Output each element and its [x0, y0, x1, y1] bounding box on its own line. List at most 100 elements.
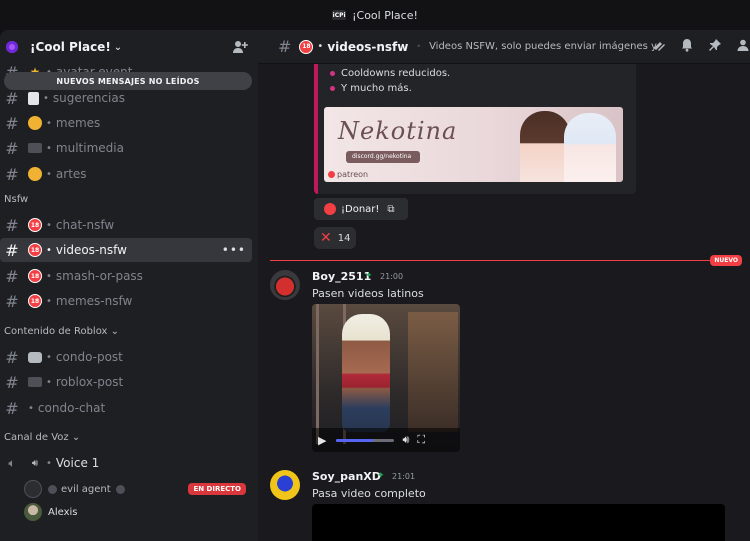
category-label: Canal de Voz [4, 432, 69, 443]
avatar[interactable] [270, 270, 300, 300]
fullscreen-icon[interactable]: ⛶ [417, 433, 425, 447]
member-list-icon[interactable] [736, 38, 750, 56]
channel-separator-dot: • [28, 402, 34, 414]
hash-icon: # [5, 347, 19, 367]
message-list[interactable]: Cooldowns reducidos. Y mucho más. Nekoti… [258, 64, 750, 541]
video-controls: ▶ 🔊︎ ⛶ [312, 428, 460, 452]
voice-channel-voice-1[interactable]: 🔈︎ 🔊︎ • Voice 1 [0, 451, 252, 475]
voice-user-status-icon [48, 484, 57, 494]
topic-separator: • [416, 42, 422, 51]
channel-memes-nsfw[interactable]: # 18 • memes-nsfw [0, 289, 252, 313]
video-attachment[interactable] [312, 504, 725, 541]
channel-name: memes-nsfw [55, 294, 133, 308]
category-label: Contenido de Roblox [4, 326, 108, 337]
channel-separator-dot: • [46, 351, 52, 363]
timestamp: 21:01 [392, 472, 416, 481]
server-header[interactable]: ¡Cool Place! ⌄ [0, 30, 258, 64]
channel-separator-dot: • [46, 295, 52, 307]
hash-icon: # [278, 37, 292, 56]
video-frame-detail [408, 312, 458, 432]
video-progress-bar[interactable] [336, 438, 395, 442]
hash-icon: # [5, 113, 19, 133]
server-mini-icon: iCPi [332, 10, 347, 20]
channel-videos-nsfw[interactable]: # 18 • videos-nsfw ••• [0, 238, 252, 262]
age-18-icon: 18 [28, 218, 42, 232]
banner-discord-link: discord.gg/nekotina [346, 151, 420, 163]
voice-user-alexis[interactable]: Alexis [24, 502, 250, 522]
sparkle-icon: ✦ [365, 271, 373, 281]
pin-icon[interactable] [708, 38, 722, 56]
channel-name: memes [55, 116, 101, 130]
channel-multimedia[interactable]: # • multimedia [0, 136, 252, 160]
channel-separator-dot: • [46, 376, 52, 388]
add-member-icon[interactable] [232, 39, 248, 55]
chevron-down-icon: ⌄ [71, 432, 81, 443]
reaction-cross[interactable]: ✕ 14 [314, 227, 356, 249]
channel-separator-dot: • [46, 142, 52, 154]
channel-chat-nsfw[interactable]: # 18 • chat-nsfw [0, 213, 252, 237]
voice-user-name: evil agent [61, 483, 111, 495]
play-icon[interactable]: ▶ [318, 434, 326, 447]
embed-bullet: Y mucho más. [330, 83, 412, 94]
age-18-icon: 18 [28, 294, 42, 308]
notification-bell-icon[interactable] [680, 38, 694, 56]
channel-sugerencias[interactable]: # • sugerencias [0, 86, 252, 110]
hash-icon: # [5, 164, 19, 184]
camera-icon [28, 143, 42, 153]
more-options-icon[interactable]: ••• [222, 243, 246, 257]
channel-sidebar: ¡Cool Place! ⌄ # ★ • avatar-event NUEVOS… [0, 30, 258, 541]
reaction-count: 14 [337, 232, 351, 244]
patreon-icon [328, 171, 335, 178]
video-attachment[interactable]: ▶ 🔊︎ ⛶ [312, 304, 460, 452]
volume-icon[interactable]: 🔊︎ [402, 433, 409, 447]
video-progress-fill [336, 438, 373, 442]
channel-smash-or-pass[interactable]: # 18 • smash-or-pass [0, 264, 252, 288]
timestamp: 21:00 [380, 272, 404, 281]
channel-name: condo-post [55, 350, 123, 364]
document-icon [28, 91, 39, 105]
window-title: ¡Cool Place! [352, 8, 418, 22]
banner-character-left [520, 111, 570, 182]
channel-separator-dot: • [317, 41, 324, 52]
channel-topic[interactable]: Videos NSFW, solo puedes enviar imágenes… [429, 41, 657, 52]
message-embed: Cooldowns reducidos. Y mucho más. Nekoti… [314, 64, 636, 194]
channel-name: sugerencias [52, 91, 125, 105]
chevron-down-icon: ⌄ [113, 41, 123, 53]
hash-icon: # [5, 240, 19, 260]
channel-separator-dot: • [46, 244, 52, 256]
channel-name: videos-nsfw [55, 243, 127, 257]
category-roblox[interactable]: Contenido de Roblox ⌄ [4, 326, 119, 337]
speaker-emoji-icon: 🔊︎ [31, 457, 39, 469]
hash-icon: # [5, 88, 19, 108]
banner-title: Nekotina [338, 117, 458, 145]
live-badge: EN DIRECTO [188, 483, 246, 495]
hash-icon: # [5, 291, 19, 311]
category-nsfw[interactable]: Nsfw [4, 194, 28, 205]
server-icon [6, 41, 18, 53]
message-text: Pasa video completo [312, 487, 426, 500]
patreon-icon [324, 203, 336, 215]
channel-name: Voice 1 [55, 456, 100, 470]
channel-condo-chat[interactable]: # ••• • condo-chat [0, 396, 252, 420]
hash-icon: # [5, 266, 19, 286]
embed-banner-image[interactable]: Nekotina discord.gg/nekotina patreon [324, 107, 623, 182]
avatar[interactable] [270, 470, 300, 500]
window-titlebar: iCPi ¡Cool Place! [0, 0, 750, 30]
voice-user-evil-agent[interactable]: evil agent EN DIRECTO [24, 479, 250, 499]
hash-icon: # [5, 372, 19, 392]
username[interactable]: Boy_2511 [312, 270, 371, 283]
channel-artes[interactable]: # • artes [0, 162, 252, 186]
username[interactable]: Soy_panXD [312, 470, 381, 483]
channel-roblox-post[interactable]: # • roblox-post [0, 370, 252, 394]
threads-icon[interactable] [652, 38, 666, 56]
channel-condo-post[interactable]: # • condo-post [0, 345, 252, 369]
channel-name: smash-or-pass [55, 269, 143, 283]
category-voice[interactable]: Canal de Voz ⌄ [4, 432, 80, 443]
screen-share-icon [115, 484, 125, 494]
donate-button[interactable]: ¡Donar! ⧉ [314, 198, 408, 220]
channel-header: # 18 • videos-nsfw • Videos NSFW, solo p… [258, 30, 750, 64]
avatar [24, 503, 42, 521]
speaker-icon: 🔈︎ [8, 455, 16, 470]
channel-separator-dot: • [46, 219, 52, 231]
channel-memes[interactable]: # • memes [0, 111, 252, 135]
